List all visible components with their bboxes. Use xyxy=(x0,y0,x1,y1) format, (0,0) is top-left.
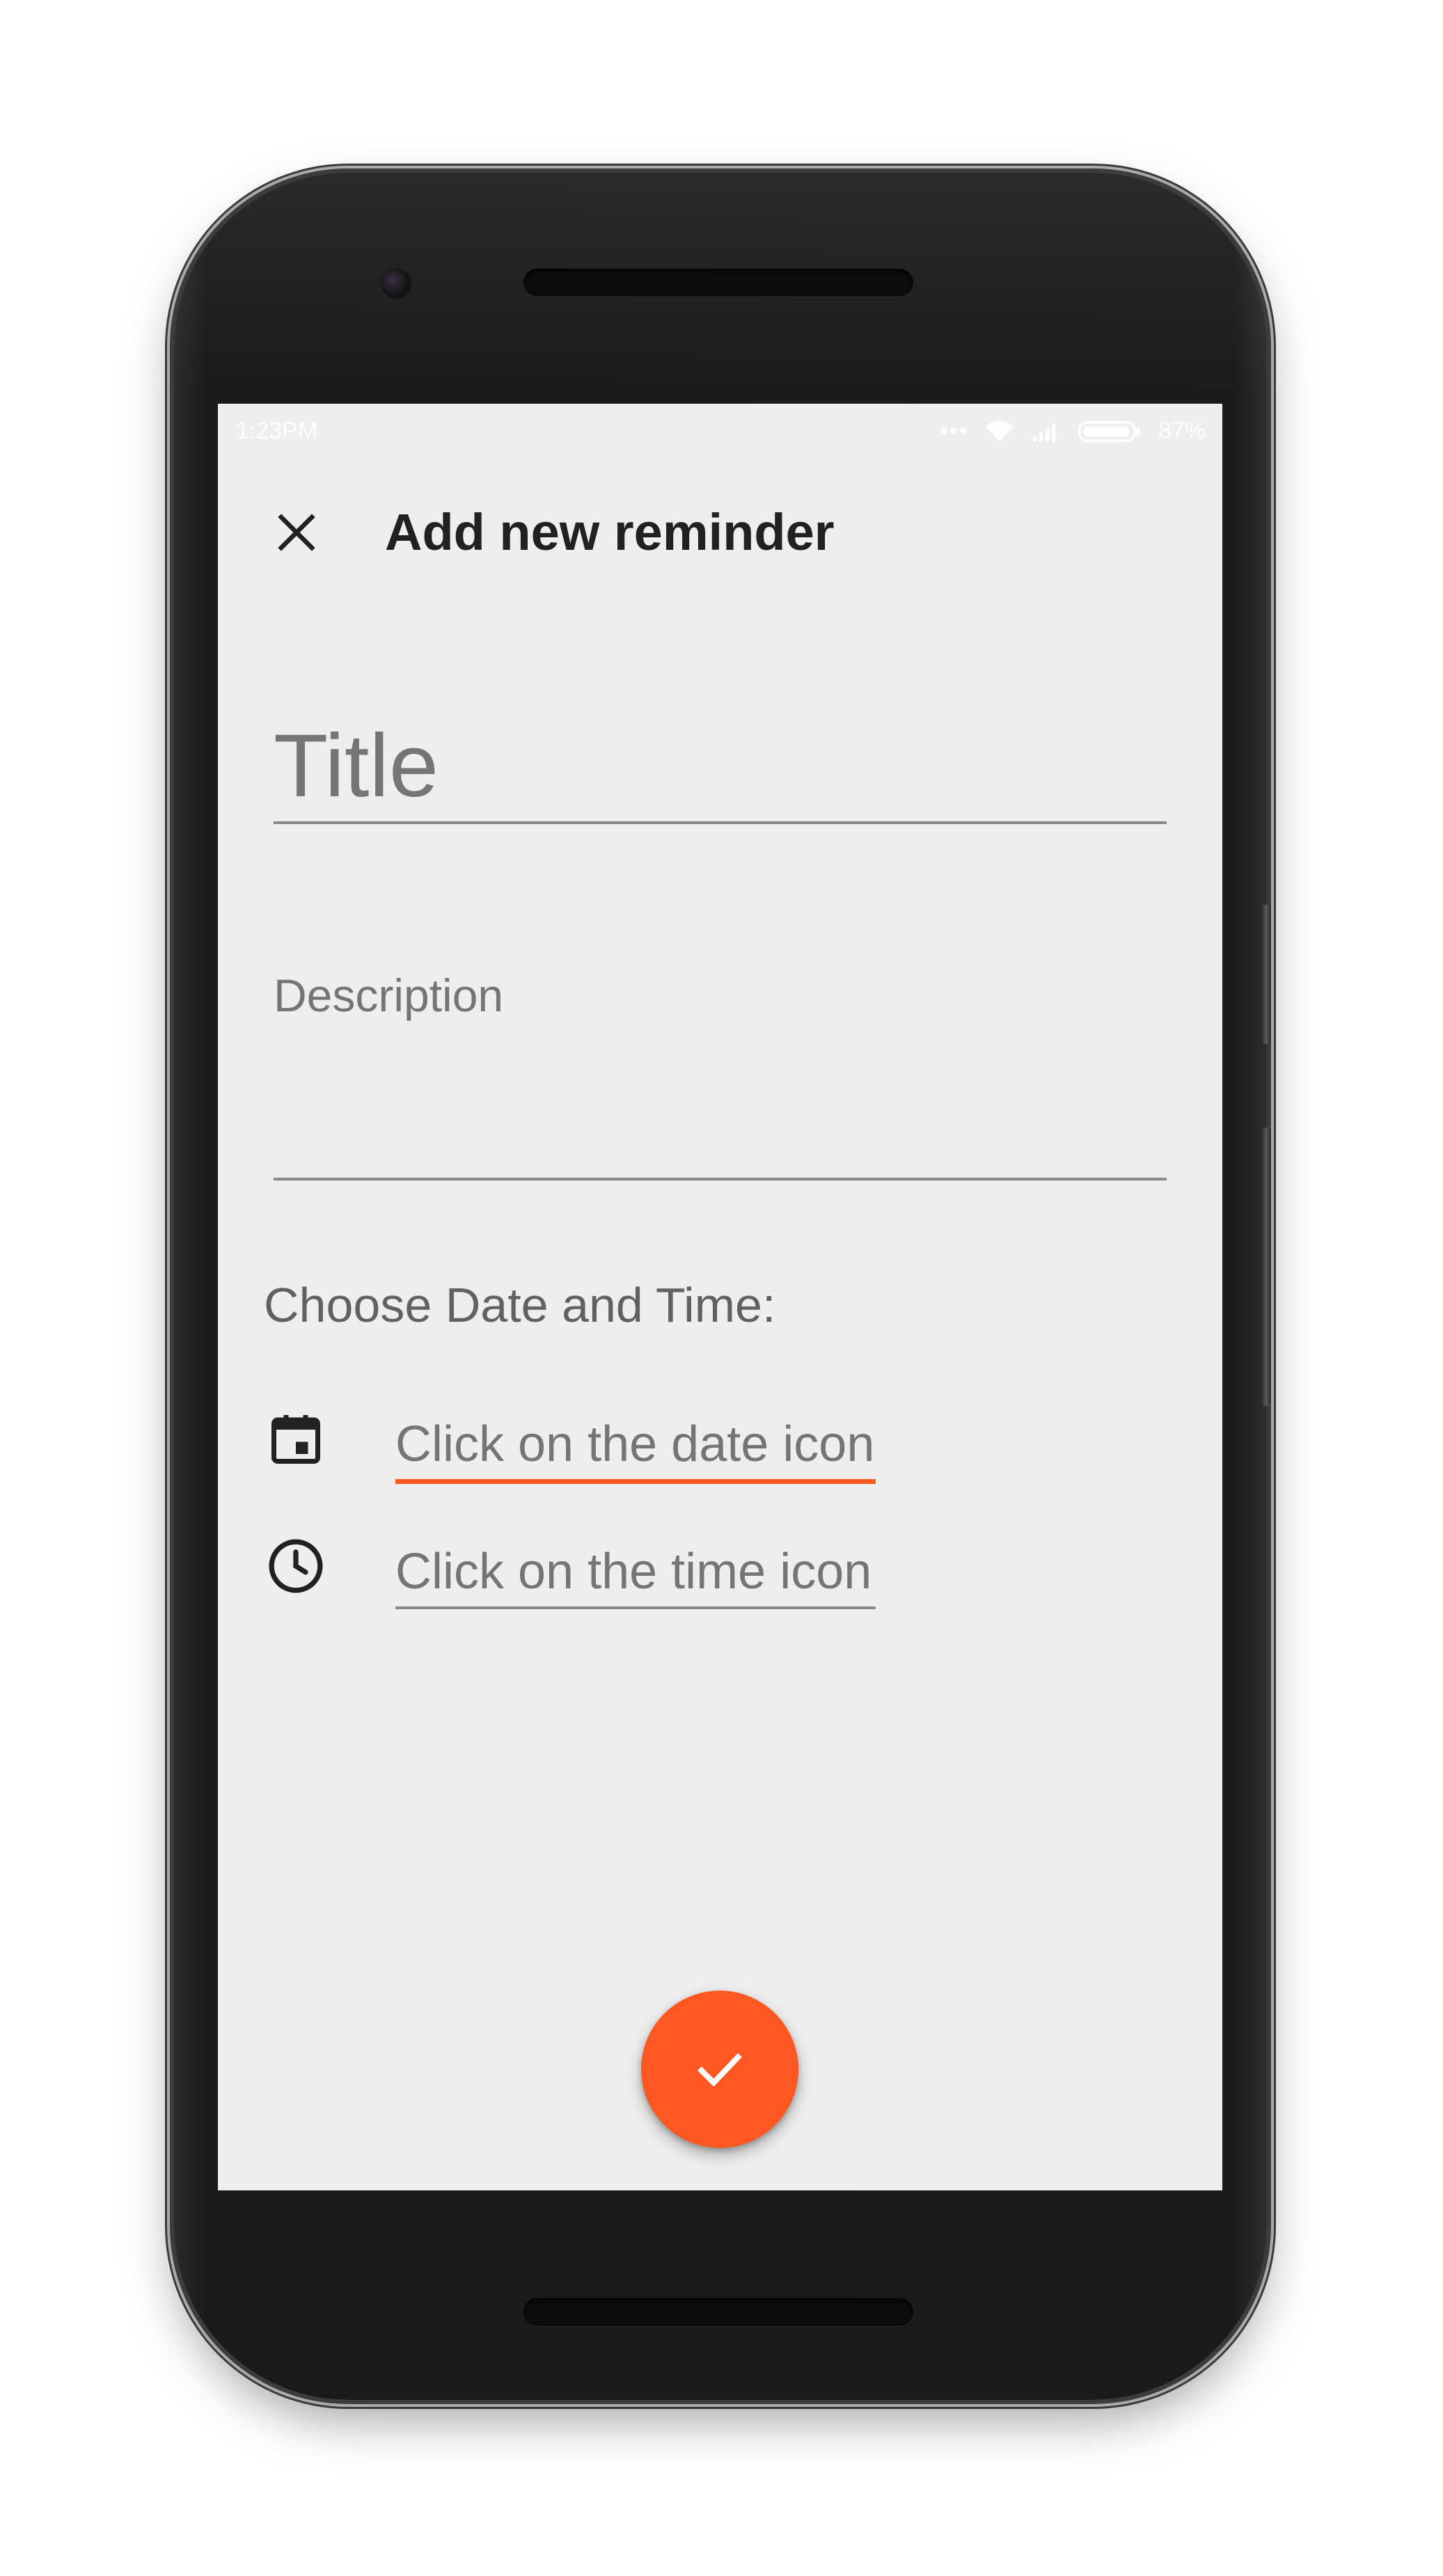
close-button[interactable] xyxy=(265,501,328,564)
clock-icon xyxy=(269,1539,323,1593)
front-camera xyxy=(381,268,411,299)
date-time-label: Choose Date and Time: xyxy=(264,1278,776,1332)
top-speaker xyxy=(523,269,913,297)
save-fab-button[interactable] xyxy=(641,1991,798,2148)
date-picker-button[interactable] xyxy=(262,1406,329,1473)
date-input[interactable] xyxy=(395,1409,876,1484)
time-picker-button[interactable] xyxy=(262,1533,329,1599)
calendar-icon xyxy=(271,1415,320,1464)
status-time: 1:23PM xyxy=(236,418,318,444)
signal-icon xyxy=(1032,423,1056,442)
more-dots-icon: ••• xyxy=(940,418,969,444)
app-screen: 1:23PM ••• 87% Add new reminder Title De… xyxy=(218,404,1222,2190)
page-title: Add new reminder xyxy=(385,503,835,561)
title-input[interactable] xyxy=(274,710,1167,824)
time-input[interactable] xyxy=(395,1537,876,1609)
bottom-speaker xyxy=(523,2298,913,2326)
check-icon xyxy=(697,2053,742,2087)
volume-button xyxy=(1261,905,1271,1044)
status-icons: ••• 87% xyxy=(940,418,1206,445)
description-input[interactable] xyxy=(274,969,1167,1180)
battery-icon xyxy=(1078,420,1140,442)
wifi-icon xyxy=(985,420,1014,442)
close-icon xyxy=(278,514,315,551)
battery-percent: 87% xyxy=(1158,418,1206,444)
status-bar: 1:23PM ••• 87% xyxy=(218,404,1222,459)
power-button xyxy=(1261,1128,1271,1406)
toolbar: Add new reminder xyxy=(218,459,1222,606)
